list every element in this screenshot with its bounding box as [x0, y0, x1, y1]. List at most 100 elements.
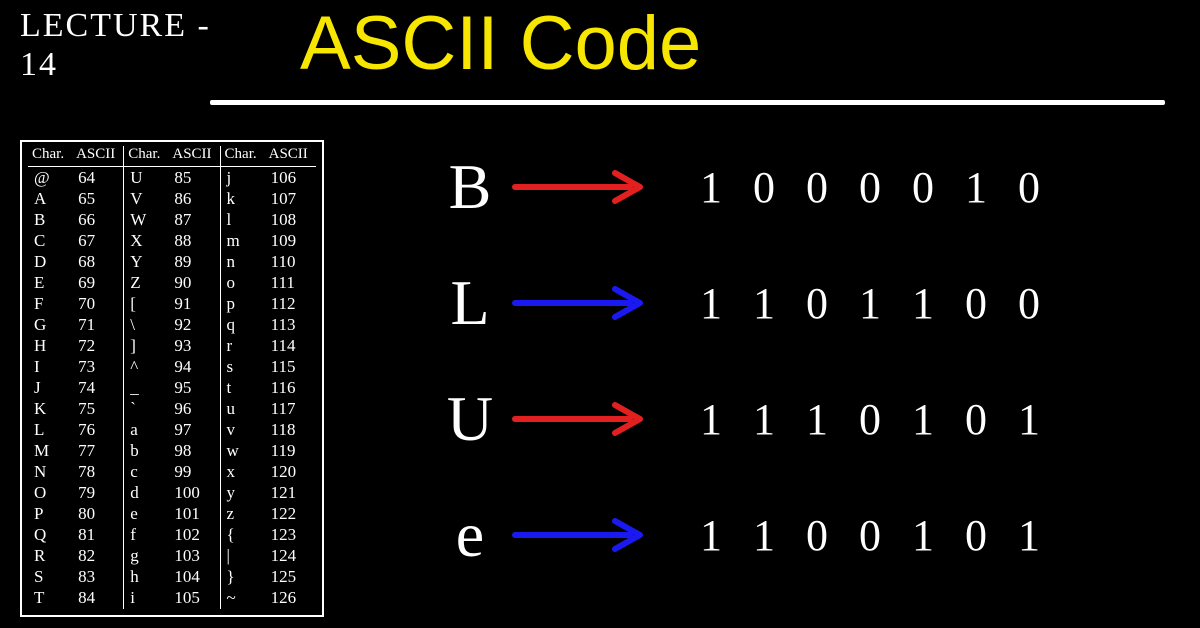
char-cell: b — [124, 441, 169, 462]
char-cell: P — [28, 504, 72, 525]
char-cell: T — [28, 588, 72, 609]
char-cell: l — [220, 209, 265, 230]
ascii-value-cell: 67 — [72, 230, 124, 251]
char-cell: B — [28, 209, 72, 230]
ascii-value-cell: 93 — [168, 335, 220, 356]
ascii-value-cell: 100 — [168, 483, 220, 504]
char-cell: z — [220, 504, 265, 525]
char-cell: w — [220, 441, 265, 462]
table-row: P80e101z122 — [28, 504, 316, 525]
ascii-value-cell: 125 — [265, 567, 316, 588]
table-header: ASCII — [72, 146, 124, 167]
ascii-value-cell: 91 — [168, 293, 220, 314]
char-cell: s — [220, 356, 265, 377]
ascii-value-cell: 105 — [168, 588, 220, 609]
table-header: ASCII — [168, 146, 220, 167]
table-row: K75`96u117 — [28, 399, 316, 420]
ascii-value-cell: 75 — [72, 399, 124, 420]
table-header: ASCII — [265, 146, 316, 167]
char-cell: M — [28, 441, 72, 462]
table-row: J74_95t116 — [28, 377, 316, 398]
ascii-value-cell: 86 — [168, 188, 220, 209]
table-row: E69Z90o111 — [28, 272, 316, 293]
example-char: B — [430, 150, 510, 224]
ascii-value-cell: 118 — [265, 420, 316, 441]
title-underline — [210, 100, 1165, 105]
table-row: C67X88m109 — [28, 230, 316, 251]
ascii-value-cell: 107 — [265, 188, 316, 209]
char-cell: j — [220, 167, 265, 189]
char-cell: E — [28, 272, 72, 293]
ascii-value-cell: 85 — [168, 167, 220, 189]
table-row: O79d100y121 — [28, 483, 316, 504]
ascii-value-cell: 115 — [265, 356, 316, 377]
char-cell: K — [28, 399, 72, 420]
char-cell: ` — [124, 399, 169, 420]
char-cell: e — [124, 504, 169, 525]
ascii-value-cell: 123 — [265, 525, 316, 546]
ascii-value-cell: 111 — [265, 272, 316, 293]
char-cell: _ — [124, 377, 169, 398]
example-row: B 1 0 0 0 0 1 0 — [430, 150, 1180, 224]
table-row: H72]93r114 — [28, 335, 316, 356]
char-cell: ~ — [220, 588, 265, 609]
char-cell: O — [28, 483, 72, 504]
ascii-value-cell: 124 — [265, 546, 316, 567]
example-binary: 1 0 0 0 0 1 0 — [700, 162, 1050, 213]
ascii-value-cell: 112 — [265, 293, 316, 314]
char-cell: } — [220, 567, 265, 588]
ascii-value-cell: 102 — [168, 525, 220, 546]
ascii-value-cell: 71 — [72, 314, 124, 335]
char-cell: [ — [124, 293, 169, 314]
example-binary: 1 1 0 1 1 0 0 — [700, 278, 1050, 329]
ascii-table: Char. ASCII Char. ASCII Char. ASCII @64U… — [20, 140, 324, 617]
ascii-value-cell: 69 — [72, 272, 124, 293]
table-row: @64U85j106 — [28, 167, 316, 189]
ascii-value-cell: 72 — [72, 335, 124, 356]
ascii-value-cell: 114 — [265, 335, 316, 356]
table-row: Q81f102{123 — [28, 525, 316, 546]
char-cell: Q — [28, 525, 72, 546]
ascii-value-cell: 92 — [168, 314, 220, 335]
ascii-value-cell: 87 — [168, 209, 220, 230]
ascii-value-cell: 90 — [168, 272, 220, 293]
page-title: ASCII Code — [300, 0, 701, 87]
char-cell: o — [220, 272, 265, 293]
ascii-value-cell: 77 — [72, 441, 124, 462]
char-cell: i — [124, 588, 169, 609]
ascii-value-cell: 96 — [168, 399, 220, 420]
char-cell: y — [220, 483, 265, 504]
char-cell: a — [124, 420, 169, 441]
char-cell: t — [220, 377, 265, 398]
ascii-value-cell: 103 — [168, 546, 220, 567]
table-row: I73^94s115 — [28, 356, 316, 377]
char-cell: v — [220, 420, 265, 441]
ascii-value-cell: 70 — [72, 293, 124, 314]
char-cell: x — [220, 462, 265, 483]
ascii-value-cell: 74 — [72, 377, 124, 398]
example-char: e — [430, 498, 510, 572]
table-row: L76a97v118 — [28, 420, 316, 441]
ascii-value-cell: 65 — [72, 188, 124, 209]
ascii-value-cell: 73 — [72, 356, 124, 377]
arrow-icon — [510, 394, 660, 444]
arrow-icon — [510, 510, 660, 560]
table-header: Char. — [28, 146, 72, 167]
char-cell: \ — [124, 314, 169, 335]
char-cell: p — [220, 293, 265, 314]
char-cell: k — [220, 188, 265, 209]
char-cell: ^ — [124, 356, 169, 377]
char-cell: X — [124, 230, 169, 251]
example-binary: 1 1 0 0 1 0 1 — [700, 510, 1050, 561]
char-cell: q — [220, 314, 265, 335]
char-cell: L — [28, 420, 72, 441]
table-row: D68Y89n110 — [28, 251, 316, 272]
ascii-value-cell: 116 — [265, 377, 316, 398]
example-char: L — [430, 266, 510, 340]
char-cell: V — [124, 188, 169, 209]
char-cell: J — [28, 377, 72, 398]
ascii-value-cell: 79 — [72, 483, 124, 504]
arrow-icon — [510, 162, 660, 212]
ascii-value-cell: 98 — [168, 441, 220, 462]
char-cell: @ — [28, 167, 72, 189]
